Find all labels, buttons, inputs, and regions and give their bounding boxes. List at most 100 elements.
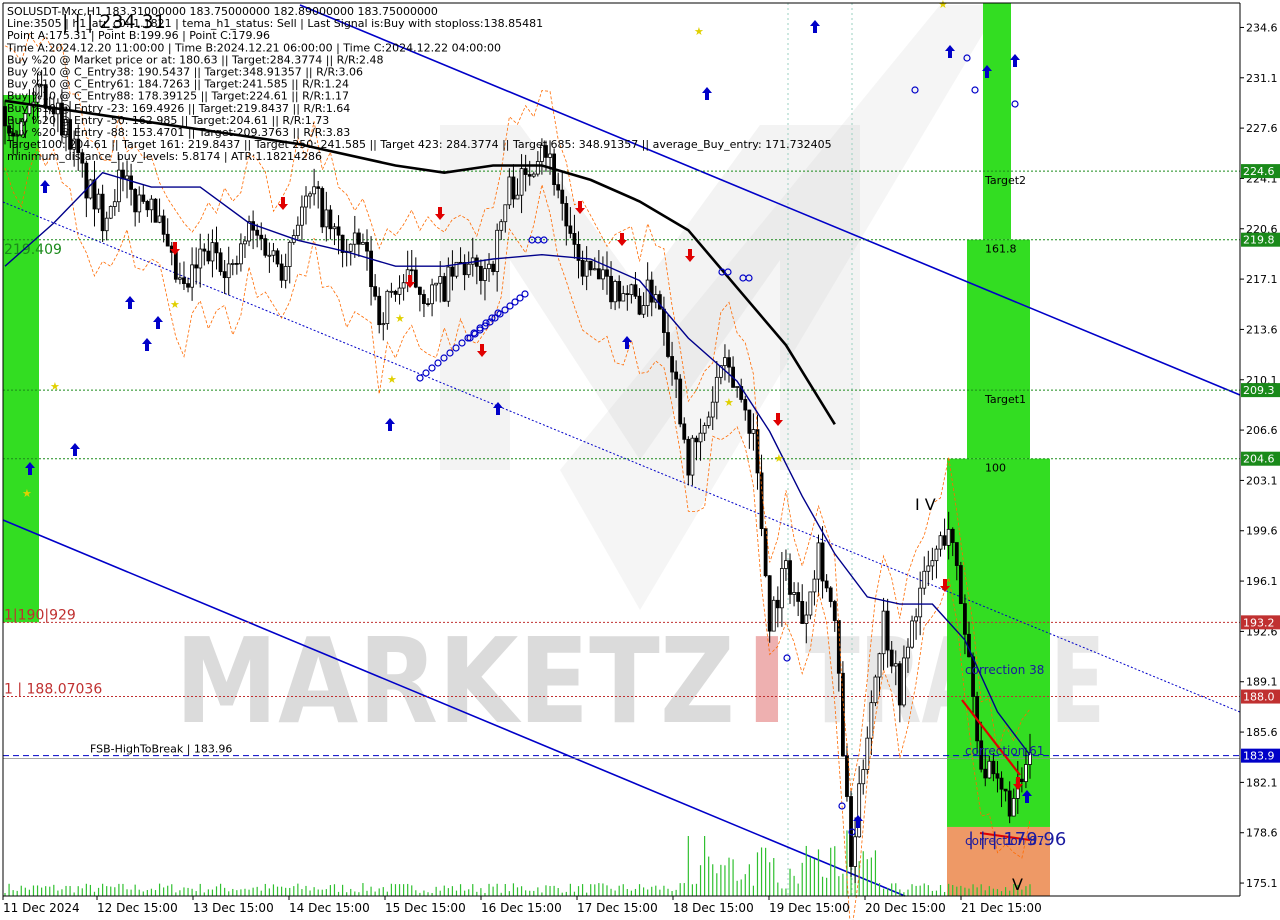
candle-bear (605, 269, 609, 277)
candle-bull (243, 240, 247, 245)
header-line: minimum_distance_buy_levels: 5.8174 | AT… (7, 150, 322, 163)
candle-bull (629, 284, 634, 295)
candle-bear (527, 174, 532, 177)
candle-bear (763, 528, 768, 577)
candle-bull (210, 242, 215, 262)
candle-bull (861, 769, 866, 785)
left-level-label: 219.409 (4, 242, 62, 258)
level-text: Target2 (984, 174, 1026, 187)
candle-bull (304, 195, 308, 208)
y-tick-label: 234.6 (1246, 21, 1278, 34)
candle-bull (519, 168, 524, 196)
candle-bear (625, 293, 630, 295)
candle-bear (670, 356, 674, 373)
candle-bull (470, 257, 475, 265)
candle-bull (198, 248, 203, 269)
candle-bull (483, 268, 487, 281)
x-tick-label: 21 Dec 15:00 (961, 901, 1042, 915)
candle-bear (462, 262, 467, 276)
candle-bear (275, 250, 280, 265)
candle-bear (263, 238, 268, 256)
candle-bear (560, 189, 565, 204)
left-level-label: 1 | 188.07036 (4, 682, 102, 698)
candle-bull (438, 276, 443, 284)
candle-bear (1007, 790, 1012, 817)
level-text: 161.8 (985, 243, 1017, 256)
candle-bull (434, 282, 439, 286)
x-tick-label: 11 Dec 2024 (3, 901, 80, 915)
y-tick-label: 196.1 (1246, 575, 1278, 588)
candle-bull (808, 591, 813, 616)
candle-bull (601, 269, 605, 280)
candle-bear (255, 229, 260, 236)
candle-bear (92, 179, 97, 210)
zone-label: correction 38 (965, 663, 1044, 677)
wave-label: I V (915, 495, 936, 514)
candle-bull (267, 254, 272, 257)
candle-bear (206, 250, 211, 262)
candle-bull (621, 293, 626, 302)
candle-bear (999, 777, 1004, 790)
zone-target2 (983, 3, 1011, 240)
header-line: Buy %10 @ C_Entry88: 178.39125 || Target… (7, 90, 349, 103)
candle-bull (918, 587, 923, 618)
point-c-label: | | | 179.96 (968, 829, 1066, 850)
candle-bull (324, 209, 329, 228)
candle-bull (893, 663, 898, 667)
level-text: Target1 (984, 393, 1026, 406)
candle-bull (641, 305, 646, 315)
candle-bull (487, 263, 491, 270)
y-tick-label: 185.6 (1246, 726, 1278, 739)
candle-bear (84, 162, 89, 199)
candle-bull (96, 193, 101, 210)
candle-bull (401, 282, 406, 289)
candle-bull (389, 290, 394, 293)
candle-bull (548, 153, 552, 158)
x-tick-label: 17 Dec 15:00 (577, 901, 658, 915)
candle-bull (1024, 764, 1028, 783)
candle-bull (271, 250, 276, 256)
header-line: Time A:2024.12.20 11:00:00 | Time B:2024… (6, 41, 501, 54)
price-chart[interactable]: MARKETZITRADE Target2161.8Target1100219.… (0, 0, 1280, 920)
candle-bull (178, 277, 182, 280)
candle-bear (674, 371, 679, 380)
candle-bear (409, 269, 414, 272)
candle-bull (312, 186, 317, 195)
candle-bear (991, 760, 996, 775)
candle-bear (417, 286, 422, 295)
candle-bull (723, 357, 727, 367)
level-price-label: 224.6 (1243, 165, 1275, 178)
candle-bull (702, 425, 707, 434)
candle-bear (694, 437, 699, 443)
candle-bull (869, 702, 874, 739)
candle-bull (938, 535, 943, 550)
candle-bear (609, 275, 613, 303)
candle-bear (885, 610, 890, 651)
signal-star-icon: ★ (774, 452, 784, 465)
candle-bull (88, 179, 93, 199)
candle-bear (889, 649, 894, 667)
candle-bear (129, 175, 133, 190)
candle-bear (377, 295, 382, 326)
candle-bear (983, 768, 988, 779)
candle-bull (381, 323, 386, 326)
level-price-label: 209.3 (1243, 384, 1275, 397)
candle-bull (934, 548, 939, 562)
x-tick-label: 18 Dec 15:00 (673, 901, 754, 915)
candle-bull (1011, 798, 1016, 817)
candle-bull (295, 224, 300, 236)
candle-bull (735, 386, 740, 388)
y-tick-label: 206.6 (1246, 424, 1278, 437)
candle-bear (373, 286, 378, 297)
candle-bear (491, 263, 495, 272)
candle-bull (108, 206, 113, 219)
candle-bull (779, 568, 784, 609)
candle-bear (194, 264, 199, 269)
left-level-label: FSB-HighToBreak | 183.96 (90, 743, 232, 756)
signal-star-icon: ★ (724, 396, 734, 409)
candle-bull (645, 279, 650, 306)
candle-bear (328, 209, 333, 230)
candle-bull (906, 646, 910, 659)
candle-bear (649, 279, 654, 303)
candle-bear (336, 226, 341, 236)
